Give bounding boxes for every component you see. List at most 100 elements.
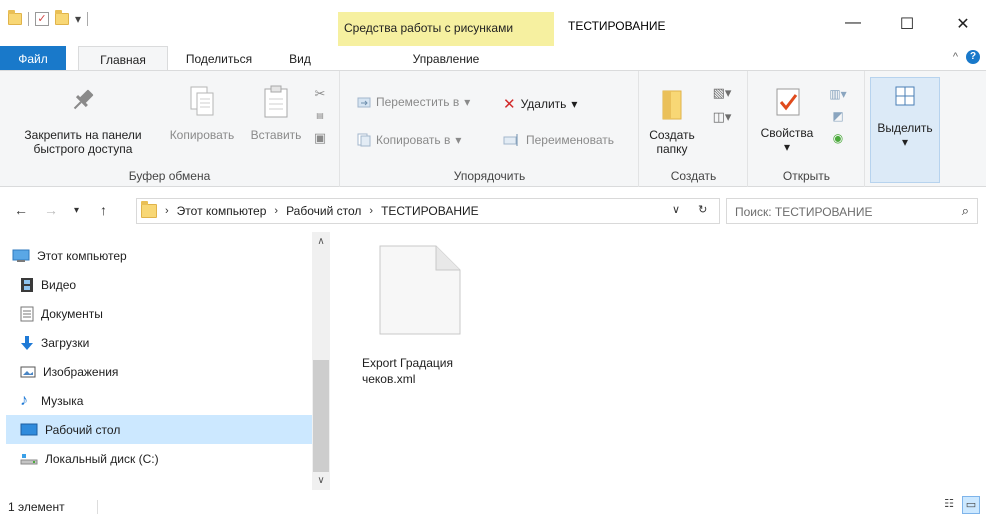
history-icon[interactable]: ◉ [823,127,853,149]
close-button[interactable]: ✕ [948,14,978,34]
file-list-pane: Export Градация чеков.xml [332,232,986,490]
music-icon: ♪ [20,391,28,409]
new-folder-label-line1: Создать [649,128,695,142]
cut-icon[interactable]: ✂ [310,83,330,105]
breadcrumb-desktop[interactable]: Рабочий стол [286,204,361,218]
move-to-icon [357,97,371,108]
pin-quick-access-button[interactable]: Закрепить на панели быстрого доступа [10,85,156,156]
sidebar-item-local-disk[interactable]: Локальный диск (C:) [6,444,312,473]
move-to-label: Переместить в [376,95,460,109]
delete-icon: ✕ [503,96,516,113]
minimize-button[interactable]: — [838,14,868,32]
pin-label-line1: Закрепить на панели [24,128,142,142]
copy-to-button[interactable]: Копировать в ▾ [357,133,461,147]
scroll-up-icon[interactable]: ∧ [312,236,330,247]
copy-path-icon[interactable]: ▤ [310,105,330,127]
new-folder-icon[interactable] [55,10,69,25]
help-icon[interactable]: ? [966,50,980,64]
rename-label: Переименовать [526,133,614,147]
ribbon: Закрепить на панели быстрого доступа Коп… [0,70,986,187]
scroll-down-icon[interactable]: ∨ [312,475,330,486]
easy-access-icon[interactable]: ◫▾ [704,105,740,129]
desktop-icon [20,423,38,435]
recent-locations-icon[interactable]: ▾ [74,205,79,216]
sidebar-item-pictures[interactable]: Изображения [6,357,312,386]
rename-button[interactable]: Переименовать [503,133,614,147]
new-group-label: Создать [670,169,717,183]
up-arrow-icon[interactable]: ↑ [100,202,107,218]
clipboard-group-label: Буфер обмена [128,169,211,183]
window-title: ТЕСТИРОВАНИЕ [568,19,666,33]
copy-label: Копировать [169,128,235,142]
open-group: Свойства ▾ ▥▾ ◩ ◉ Открыть [749,71,865,187]
paste-button[interactable]: Вставить [244,85,308,142]
select-group: Выделить ▾ [870,77,940,183]
select-label: Выделить [877,121,933,135]
open-icon[interactable]: ▥▾ [823,83,853,105]
sidebar-item-label: Рабочий стол [45,422,121,437]
copy-to-label: Копировать в [376,133,451,147]
tab-view[interactable]: Вид [280,46,320,71]
maximize-button[interactable]: ☐ [892,14,922,34]
scrollbar-thumb[interactable] [313,360,329,472]
video-icon [21,277,33,292]
edit-icon[interactable]: ◩ [823,105,853,127]
properties-label: Свойства [760,126,814,140]
sidebar-item-label: Локальный диск (C:) [45,451,159,466]
file-item[interactable]: Export Градация чеков.xml [362,244,478,387]
tab-file[interactable]: Файл [0,46,66,71]
address-bar[interactable]: › Этот компьютер › Рабочий стол › ТЕСТИР… [136,198,720,224]
organize-group: Переместить в ▾ ✕ Удалить ▾ Копировать в… [341,71,639,187]
properties-check-icon[interactable]: ✓ [35,12,49,26]
title-bar: ✓ ▾ Средства работы с рисунками ТЕСТИРОВ… [0,0,986,46]
forward-arrow-icon[interactable]: → [44,202,58,218]
sidebar-item-this-pc[interactable]: Этот компьютер [6,241,312,270]
quick-access-toolbar: ✓ ▾ [8,10,89,26]
qat-dropdown-icon[interactable]: ▾ [75,12,81,26]
details-view-icon[interactable]: ☷ [940,496,958,514]
delete-button[interactable]: ✕ Удалить ▾ [503,95,577,113]
new-group: Создать папку ▧▾ ◫▾ Создать [640,71,748,187]
back-arrow-icon[interactable]: ← [14,202,28,218]
properties-icon [776,88,800,116]
sidebar-item-downloads[interactable]: Загрузки [6,328,312,357]
open-group-label: Открыть [782,169,831,183]
documents-icon [20,306,34,321]
sidebar-item-video[interactable]: Видео [6,270,312,299]
address-history-dropdown-icon[interactable]: ∨ [672,203,680,216]
pin-icon [73,89,94,110]
breadcrumb-separator-icon[interactable]: › [369,205,373,217]
new-item-icon[interactable]: ▧▾ [704,81,740,105]
navigation-pane: Этот компьютер Видео Документы Загрузки … [0,232,330,490]
new-folder-icon [662,90,682,120]
move-to-button[interactable]: Переместить в ▾ [357,95,470,109]
refresh-icon[interactable]: ↻ [698,203,707,216]
breadcrumb-separator-icon[interactable]: › [274,205,278,217]
new-folder-button[interactable]: Создать папку [646,85,698,156]
sidebar-item-desktop[interactable]: Рабочий стол [6,415,312,444]
sidebar-scrollbar[interactable]: ∧ ∨ [312,232,330,490]
search-input[interactable]: Поиск: ТЕСТИРОВАНИЕ ⌕ [726,198,978,224]
select-button[interactable]: Выделить ▾ [873,84,937,149]
breadcrumb-this-pc[interactable]: Этот компьютер [177,204,267,218]
tab-share[interactable]: Поделиться [176,46,262,71]
sidebar-item-documents[interactable]: Документы [6,299,312,328]
file-name: Export Градация чеков.xml [362,356,453,386]
large-icons-view-icon[interactable]: ▭ [962,496,980,514]
collapse-ribbon-icon[interactable]: ^ [953,51,958,63]
search-icon[interactable]: ⌕ [962,203,969,219]
ribbon-help-area: ^ ? [953,50,980,64]
pin-label-line2: быстрого доступа [33,142,133,156]
paste-shortcut-icon[interactable]: ▣ [310,127,330,149]
breadcrumb-testing[interactable]: ТЕСТИРОВАНИЕ [381,204,479,218]
properties-button[interactable]: Свойства ▾ [757,85,817,154]
tab-manage[interactable]: Управление [338,46,554,71]
copy-to-icon [357,133,371,147]
tab-home[interactable]: Главная [78,46,168,71]
sidebar-item-music[interactable]: ♪ Музыка [6,386,312,415]
item-count: 1 элемент [8,500,65,514]
breadcrumb-separator-icon[interactable]: › [165,205,169,217]
copy-button[interactable]: Копировать [160,85,244,142]
paste-label: Вставить [250,128,302,142]
folder-icon[interactable] [8,10,22,25]
